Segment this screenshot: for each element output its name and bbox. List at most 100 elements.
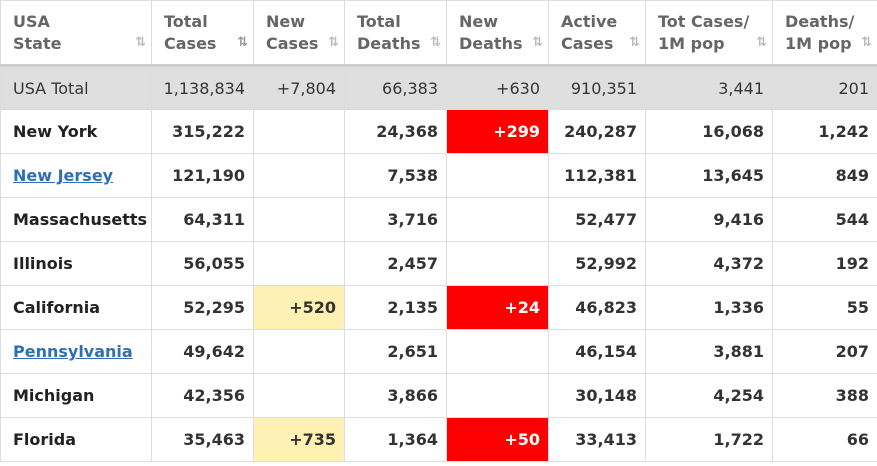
table-row: California 52,295 +520 2,135 +24 46,823 1,336 5… [0, 285, 877, 330]
deaths-per-1m-cell: 388 [772, 373, 877, 418]
cases-per-1m-cell: 1,722 [645, 417, 773, 462]
active-cases-cell: 30,148 [548, 373, 646, 418]
new-cases-cell [253, 153, 345, 198]
total-deaths-cell: 1,364 [344, 417, 447, 462]
header-label-line1: Deaths/ [785, 12, 855, 31]
header-total-cases[interactable]: Total Cases ⇅ [151, 0, 254, 67]
total-deaths-cell: 3,866 [344, 373, 447, 418]
header-label-line1: New [266, 12, 306, 31]
total-cases-cell: 35,463 [151, 417, 254, 462]
header-total-deaths[interactable]: Total Deaths ⇅ [344, 0, 447, 67]
new-deaths-cell [446, 241, 549, 286]
new-cases-cell: +520 [253, 285, 345, 330]
new-deaths-cell: +24 [446, 285, 549, 330]
total-deaths-cell: 2,457 [344, 241, 447, 286]
new-deaths-cell: +299 [446, 109, 549, 154]
header-active-cases[interactable]: Active Cases ⇅ [548, 0, 646, 67]
total-cases-cell: 49,642 [151, 329, 254, 374]
header-state[interactable]: USA State ⇅ [0, 0, 152, 67]
sort-icon[interactable]: ⇅ [532, 32, 543, 54]
total-cases-cell: 315,222 [151, 109, 254, 154]
total-new-cases: +7,804 [253, 65, 345, 110]
cases-per-1m-cell: 4,254 [645, 373, 773, 418]
state-name: Illinois [13, 254, 73, 273]
state-name: Michigan [13, 386, 95, 405]
total-active-cases: 910,351 [548, 65, 646, 110]
state-link[interactable]: New Jersey [13, 166, 113, 185]
header-label-line1: USA [13, 12, 50, 31]
total-row: USA Total 1,138,834 +7,804 66,383 +630 9… [0, 65, 877, 110]
table-row: Illinois 56,055 2,457 52,992 4,372 192 [0, 241, 877, 286]
state-name: Florida [13, 430, 77, 449]
sort-icon[interactable]: ⇅ [861, 32, 872, 54]
state-cell: Massachusetts [0, 197, 152, 242]
cases-per-1m-cell: 3,881 [645, 329, 773, 374]
header-label-line2: Cases [561, 34, 614, 53]
new-deaths-cell [446, 153, 549, 198]
header-row: USA State ⇅ Total Cases ⇅ New Cases ⇅ Total Deaths… [0, 0, 877, 67]
active-cases-cell: 112,381 [548, 153, 646, 198]
state-cell: Pennsylvania [0, 329, 152, 374]
active-cases-cell: 52,992 [548, 241, 646, 286]
active-cases-cell: 46,154 [548, 329, 646, 374]
header-label-line2: Deaths [459, 34, 523, 53]
state-cell: New York [0, 109, 152, 154]
active-cases-cell: 240,287 [548, 109, 646, 154]
sort-icon[interactable]: ⇅ [430, 32, 441, 54]
total-deaths-cell: 7,538 [344, 153, 447, 198]
state-cell: California [0, 285, 152, 330]
header-label-line1: New [459, 12, 499, 31]
deaths-per-1m-cell: 192 [772, 241, 877, 286]
deaths-per-1m-cell: 66 [772, 417, 877, 462]
state-cell: Michigan [0, 373, 152, 418]
state-name: California [13, 298, 101, 317]
state-cell: New Jersey [0, 153, 152, 198]
header-label-line2: 1M pop [658, 34, 725, 53]
header-label-line2: Deaths [357, 34, 421, 53]
total-new-deaths: +630 [446, 65, 549, 110]
sort-icon[interactable]: ⇅ [237, 32, 248, 54]
sort-icon[interactable]: ⇅ [756, 32, 767, 54]
header-label-line1: Total [357, 12, 401, 31]
state-name: Massachusetts [13, 210, 148, 229]
table-row: New York 315,222 24,368 +299 240,287 16,068 1,… [0, 109, 877, 154]
active-cases-cell: 46,823 [548, 285, 646, 330]
total-total-cases: 1,138,834 [151, 65, 254, 110]
new-deaths-cell [446, 329, 549, 374]
total-cases-cell: 64,311 [151, 197, 254, 242]
sort-icon[interactable]: ⇅ [328, 32, 339, 54]
total-state: USA Total [0, 65, 152, 110]
state-cell: Illinois [0, 241, 152, 286]
total-total-deaths: 66,383 [344, 65, 447, 110]
total-deaths-cell: 2,651 [344, 329, 447, 374]
active-cases-cell: 52,477 [548, 197, 646, 242]
cases-per-1m-cell: 1,336 [645, 285, 773, 330]
state-cell: Florida [0, 417, 152, 462]
header-label-line1: Active [561, 12, 618, 31]
cases-per-1m-cell: 16,068 [645, 109, 773, 154]
new-cases-cell [253, 373, 345, 418]
new-deaths-cell [446, 197, 549, 242]
table-row: Michigan 42,356 3,866 30,148 4,254 388 [0, 373, 877, 418]
header-cases-per-1m[interactable]: Tot Cases/1M pop ⇅ [645, 0, 773, 67]
new-deaths-cell [446, 373, 549, 418]
state-link[interactable]: Pennsylvania [13, 342, 133, 361]
total-deaths-per-1m: 201 [772, 65, 877, 110]
total-cases-cell: 52,295 [151, 285, 254, 330]
new-cases-cell [253, 197, 345, 242]
deaths-per-1m-cell: 207 [772, 329, 877, 374]
state-name: New York [13, 122, 98, 141]
cases-per-1m-cell: 4,372 [645, 241, 773, 286]
header-new-deaths[interactable]: New Deaths ⇅ [446, 0, 549, 67]
new-cases-cell [253, 241, 345, 286]
total-cases-per-1m: 3,441 [645, 65, 773, 110]
cases-per-1m-cell: 9,416 [645, 197, 773, 242]
header-label-line2: State [13, 34, 62, 53]
header-new-cases[interactable]: New Cases ⇅ [253, 0, 345, 67]
sort-icon[interactable]: ⇅ [629, 32, 640, 54]
usa-states-table: USA State ⇅ Total Cases ⇅ New Cases ⇅ Total Deaths… [0, 0, 877, 462]
table-row: Florida 35,463 +735 1,364 +50 33,413 1,722 66 [0, 417, 877, 462]
header-deaths-per-1m[interactable]: Deaths/1M pop ⇅ [772, 0, 877, 67]
sort-icon[interactable]: ⇅ [135, 32, 146, 54]
active-cases-cell: 33,413 [548, 417, 646, 462]
